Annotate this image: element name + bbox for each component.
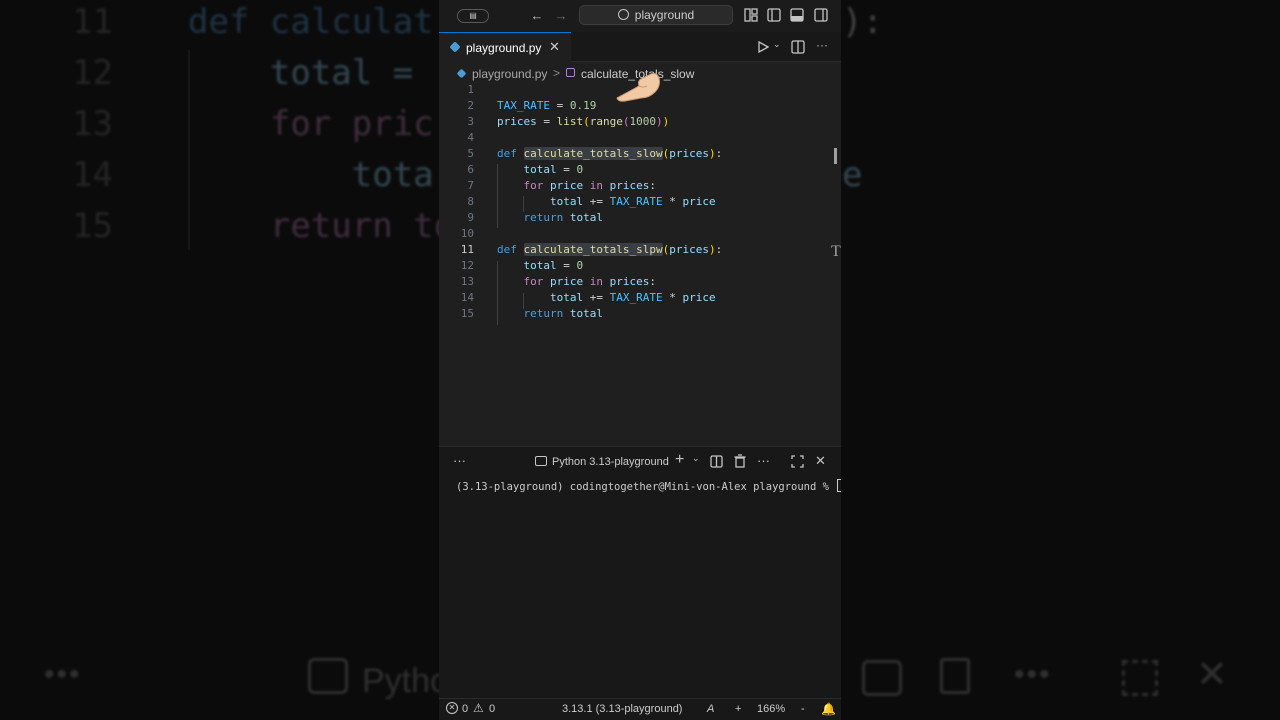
toggle-sidebar-icon[interactable]	[767, 8, 781, 22]
code-line[interactable]: 8 total += TAX_RATE * price	[439, 194, 829, 210]
symbol-method-icon	[566, 68, 575, 77]
code-text: return total	[523, 307, 604, 320]
code-line[interactable]: 5 def calculate_totals_slow(prices):	[439, 146, 829, 162]
terminal-dropdown-chevron-icon[interactable]: ⌄	[692, 453, 700, 464]
command-center-search[interactable]: playground	[579, 5, 733, 25]
line-number: 1	[467, 83, 474, 96]
panel-more-icon[interactable]: ···	[453, 453, 466, 468]
search-icon	[617, 9, 629, 20]
python-interpreter[interactable]: 3.13.1 (3.13-playground)	[562, 703, 682, 715]
customize-layout-icon[interactable]	[744, 8, 758, 22]
line-number: 3	[467, 115, 474, 128]
search-text: playground	[634, 8, 695, 22]
terminal-icon	[535, 456, 547, 466]
terminal-output[interactable]: (3.13-playground) codingtogether@Mini-vo…	[456, 479, 841, 493]
code-line[interactable]: 15 return total	[439, 306, 829, 322]
text-cursor-icon: T	[831, 243, 841, 260]
code-text: for price in prices:	[523, 179, 657, 192]
pointing-hand-cursor-icon	[616, 73, 660, 102]
maximize-panel-icon[interactable]	[791, 455, 804, 468]
status-bar: ✕ 0 ⚠ 0 3.13.1 (3.13-playground) A + 166…	[439, 698, 841, 720]
code-line[interactable]: 10	[439, 226, 829, 242]
line-number: 10	[460, 227, 474, 240]
code-text: total = 0	[523, 163, 584, 176]
line-number: 2	[467, 99, 474, 112]
warnings-count[interactable]: 0	[489, 703, 495, 715]
zoom-level[interactable]: 166%	[757, 703, 785, 715]
code-text: def calculate_totals_slpw(prices):	[497, 243, 723, 256]
code-editor[interactable]: 1 2 TAX_RATE = 0.19 3 prices = list(range(10…	[439, 83, 841, 446]
editor-window: ▤ ← → playground playground.py ✕ ⌄ ··· p…	[439, 0, 841, 720]
breadcrumb-file[interactable]: playground.py	[472, 67, 547, 81]
python-file-icon	[456, 68, 467, 79]
line-number: 6	[467, 163, 474, 176]
warnings-icon[interactable]: ⚠	[473, 701, 484, 715]
code-line[interactable]: 12 total = 0	[439, 258, 829, 274]
font-size-icon[interactable]: A	[707, 703, 714, 715]
line-number: 5	[467, 147, 474, 160]
code-line[interactable]: 11 def calculate_totals_slpw(prices):	[439, 242, 829, 258]
errors-icon[interactable]: ✕	[446, 702, 458, 714]
code-line[interactable]: 6 total = 0	[439, 162, 829, 178]
split-terminal-icon[interactable]	[710, 455, 723, 468]
zoom-in-button[interactable]: +	[735, 703, 741, 715]
line-number: 15	[460, 307, 474, 320]
code-line[interactable]: 9 return total	[439, 210, 829, 226]
code-text: return total	[523, 211, 604, 224]
line-number: 9	[467, 211, 474, 224]
scrollbar-marker[interactable]	[834, 148, 837, 164]
tab-label: playground.py	[466, 41, 542, 55]
line-number: 7	[467, 179, 474, 192]
line-number: 4	[467, 131, 474, 144]
split-editor-icon[interactable]	[791, 40, 805, 54]
terminal-cursor	[837, 479, 841, 492]
code-line[interactable]: 3 prices = list(range(1000))	[439, 114, 829, 130]
editor-more-actions-icon[interactable]: ···	[816, 38, 828, 52]
errors-count[interactable]: 0	[462, 703, 468, 715]
code-text: def calculate_totals_slow(prices):	[497, 147, 723, 160]
title-bar: ▤ ← → playground	[439, 0, 841, 32]
tab-bar: playground.py ✕ ⌄ ···	[439, 32, 841, 62]
back-arrow-icon[interactable]: ←	[529, 8, 545, 24]
terminal-panel: ··· Python 3.13-playground + ⌄ ··· ✕ (3.…	[439, 446, 841, 698]
breadcrumb-separator-icon: >	[553, 66, 561, 80]
code-line[interactable]: 14 total += TAX_RATE * price	[439, 290, 829, 306]
zoom-out-button[interactable]: -	[801, 703, 805, 715]
tab-close-icon[interactable]: ✕	[549, 39, 560, 55]
line-number: 8	[467, 195, 474, 208]
terminal-more-icon[interactable]: ···	[757, 453, 770, 468]
menu-icon[interactable]: ▤	[457, 9, 489, 23]
code-line[interactable]: 13 for price in prices:	[439, 274, 829, 290]
code-text: total += TAX_RATE * price	[549, 195, 716, 208]
new-terminal-icon[interactable]: +	[675, 451, 684, 469]
code-text: prices = list(range(1000))	[497, 115, 670, 128]
notifications-bell-icon[interactable]: 🔔	[821, 702, 836, 716]
code-line[interactable]: 7 for price in prices:	[439, 178, 829, 194]
code-text: total += TAX_RATE * price	[549, 291, 716, 304]
toggle-secondary-sidebar-icon[interactable]	[814, 8, 828, 22]
line-number: 13	[460, 275, 474, 288]
code-text: for price in prices:	[523, 275, 657, 288]
code-line[interactable]: 4	[439, 130, 829, 146]
line-number: 11	[460, 243, 474, 256]
forward-arrow-icon[interactable]: →	[553, 8, 569, 24]
line-number: 14	[460, 291, 474, 304]
close-panel-icon[interactable]: ✕	[815, 453, 826, 469]
code-text: TAX_RATE = 0.19	[497, 99, 597, 112]
tab-playground-py[interactable]: playground.py ✕	[439, 32, 571, 62]
kill-terminal-trash-icon[interactable]	[734, 454, 746, 468]
line-number: 12	[460, 259, 474, 272]
terminal-tab-label[interactable]: Python 3.13-playground	[552, 456, 669, 468]
run-dropdown-chevron-icon[interactable]: ⌄	[773, 39, 781, 50]
terminal-prompt: (3.13-playground) codingtogether@Mini-vo…	[456, 481, 836, 493]
python-file-icon	[449, 41, 461, 53]
code-text: total = 0	[523, 259, 584, 272]
run-icon[interactable]	[757, 41, 769, 53]
toggle-panel-icon[interactable]	[790, 8, 804, 22]
